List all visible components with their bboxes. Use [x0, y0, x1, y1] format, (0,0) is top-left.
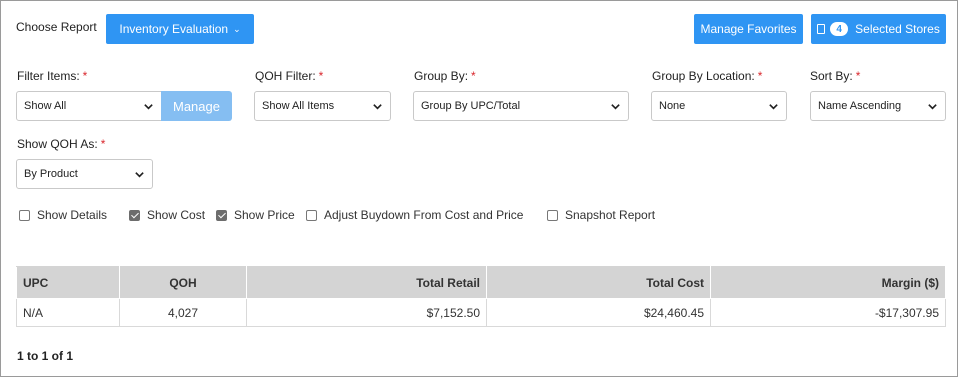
chevron-down-icon: ⌄	[233, 23, 241, 34]
report-selector-label: Inventory Evaluation	[119, 22, 229, 36]
cell-qoh: 4,027	[119, 298, 247, 327]
pagination-summary: 1 to 1 of 1	[17, 349, 74, 363]
filter-items-label: Filter Items: *	[17, 69, 88, 83]
column-header-qoh[interactable]: QOH	[119, 266, 247, 299]
selected-stores-label: Selected Stores	[855, 22, 940, 36]
chevron-down-icon	[611, 104, 620, 110]
show-cost-checkbox[interactable]: Show Cost	[129, 208, 205, 222]
checkbox-unchecked-icon	[547, 209, 558, 221]
report-toolbar: Choose Report Inventory Evaluation ⌄ Man…	[1, 1, 957, 56]
report-selector-button[interactable]: Inventory Evaluation ⌄	[106, 14, 254, 44]
qoh-filter-select[interactable]: Show All Items	[254, 91, 391, 121]
checkbox-unchecked-icon	[19, 209, 30, 221]
group-by-value: Group By UPC/Total	[421, 100, 521, 112]
cell-total-retail: $7,152.50	[246, 298, 487, 327]
column-header-total-retail[interactable]: Total Retail	[246, 266, 487, 299]
show-qoh-as-label: Show QOH As: *	[17, 137, 106, 151]
qoh-filter-label: QOH Filter: *	[255, 69, 324, 83]
show-details-checkbox[interactable]: Show Details	[19, 208, 107, 222]
column-header-upc[interactable]: UPC	[16, 266, 120, 299]
group-by-location-select[interactable]: None	[651, 91, 787, 121]
sort-by-label: Sort By: *	[810, 69, 861, 83]
cell-upc: N/A	[16, 298, 120, 327]
column-header-total-cost[interactable]: Total Cost	[486, 266, 711, 299]
table-row[interactable]: N/A 4,027 $7,152.50 $24,460.45 -$17,307.…	[16, 298, 946, 327]
manage-filter-items-button[interactable]: Manage	[161, 91, 232, 121]
chevron-down-icon	[135, 172, 144, 178]
cell-total-cost: $24,460.45	[486, 298, 711, 327]
manage-favorites-button[interactable]: Manage Favorites	[694, 14, 803, 44]
choose-report-label: Choose Report	[16, 20, 97, 34]
selected-stores-count-badge: 4	[830, 22, 849, 36]
table-header-row: UPC QOH Total Retail Total Cost Margin (…	[16, 266, 946, 299]
results-table: UPC QOH Total Retail Total Cost Margin (…	[16, 266, 946, 327]
report-panel: Choose Report Inventory Evaluation ⌄ Man…	[0, 0, 958, 377]
filter-items-select[interactable]: Show All	[16, 91, 162, 121]
show-price-checkbox[interactable]: Show Price	[216, 208, 295, 222]
group-by-label: Group By: *	[414, 69, 476, 83]
checkbox-checked-icon	[216, 209, 227, 221]
adjust-buydown-checkbox[interactable]: Adjust Buydown From Cost and Price	[306, 208, 523, 222]
show-qoh-as-value: By Product	[24, 168, 78, 180]
selected-stores-button[interactable]: 4 Selected Stores	[811, 14, 946, 44]
checkbox-checked-icon	[129, 209, 140, 221]
filter-items-value: Show All	[24, 100, 67, 112]
chevron-down-icon	[769, 104, 778, 110]
store-icon	[817, 24, 826, 34]
show-qoh-as-select[interactable]: By Product	[16, 159, 153, 189]
chevron-down-icon	[928, 104, 937, 110]
sort-by-select[interactable]: Name Ascending	[810, 91, 946, 121]
checkbox-unchecked-icon	[306, 209, 317, 221]
chevron-down-icon	[144, 104, 153, 110]
sort-by-value: Name Ascending	[818, 100, 902, 112]
chevron-down-icon	[373, 104, 382, 110]
group-by-location-value: None	[659, 100, 686, 112]
group-by-select[interactable]: Group By UPC/Total	[413, 91, 629, 121]
qoh-filter-value: Show All Items	[262, 100, 335, 112]
group-by-location-label: Group By Location: *	[652, 69, 763, 83]
column-header-margin[interactable]: Margin ($)	[710, 266, 946, 299]
snapshot-report-checkbox[interactable]: Snapshot Report	[547, 208, 655, 222]
cell-margin: -$17,307.95	[710, 298, 946, 327]
